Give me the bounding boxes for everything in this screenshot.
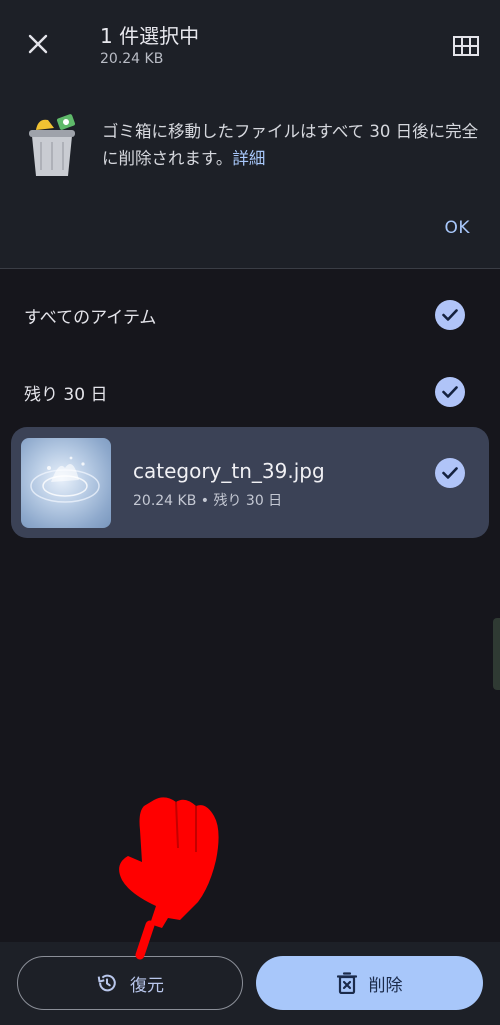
top-app-bar: 1 件選択中 20.24 KB — [0, 0, 500, 88]
trash-bin-illustration-icon — [29, 114, 76, 176]
file-thumbnail — [21, 438, 111, 528]
days-remaining-group-checkbox[interactable] — [435, 377, 465, 407]
selection-size: 20.24 KB — [100, 51, 164, 67]
learn-more-link[interactable]: 詳細 — [232, 149, 265, 168]
select-all-checkbox[interactable] — [435, 300, 465, 330]
close-button[interactable] — [20, 26, 56, 62]
checkmark-icon — [442, 309, 458, 321]
days-remaining-group-label: 残り 30 日 — [24, 385, 108, 405]
delete-button[interactable]: 削除 — [256, 956, 483, 1010]
delete-forever-icon — [336, 972, 357, 994]
restore-label: 復元 — [130, 975, 164, 996]
file-checkbox[interactable] — [435, 458, 465, 488]
trash-notice-banner: ゴミ箱に移動したファイルはすべて 30 日後に完全に削除されます。詳細 OK — [0, 88, 500, 269]
checkmark-icon — [442, 386, 458, 398]
selection-title: 1 件選択中 — [100, 24, 200, 48]
bottom-action-bar: 復元 削除 — [0, 942, 500, 1025]
water-splash-image — [30, 456, 100, 503]
checkmark-icon — [442, 467, 458, 479]
trash-notice-text: ゴミ箱に移動したファイルはすべて 30 日後に完全に削除されます。詳細 — [102, 122, 479, 168]
file-meta: 20.24 KB • 残り 30 日 — [133, 493, 283, 509]
select-all-row[interactable]: すべてのアイテム — [0, 285, 500, 345]
days-remaining-group-row[interactable]: 残り 30 日 — [0, 362, 500, 422]
pointing-hand-annotation-icon — [119, 797, 219, 960]
grid-view-button[interactable] — [448, 28, 484, 64]
restore-history-icon — [97, 974, 116, 992]
restore-button[interactable]: 復元 — [17, 956, 243, 1010]
scroll-edge-indicator — [493, 618, 500, 690]
file-name: category_tn_39.jpg — [133, 459, 325, 483]
grid-view-icon — [453, 36, 479, 56]
ok-button[interactable]: OK — [444, 218, 470, 238]
close-icon — [28, 34, 48, 54]
file-list-item[interactable]: category_tn_39.jpg 20.24 KB • 残り 30 日 — [11, 427, 489, 538]
delete-label: 削除 — [368, 975, 403, 996]
select-all-label: すべてのアイテム — [24, 308, 157, 328]
